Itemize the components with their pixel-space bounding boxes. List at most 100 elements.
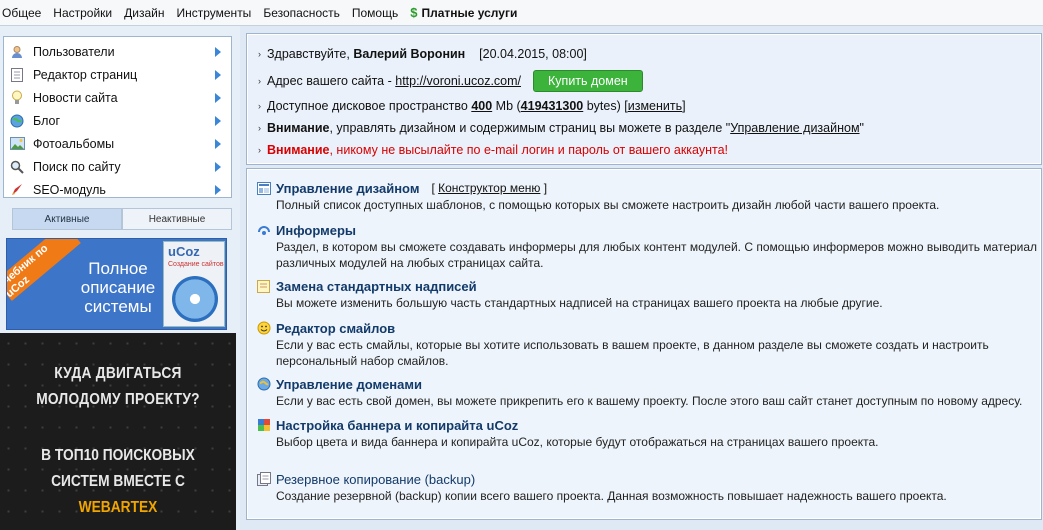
site-label: Адрес вашего сайта - (267, 74, 392, 88)
disk-space-row: › Доступное дисковое пространство 400 Mb… (258, 99, 686, 113)
section-banner-copyright: Настройка баннера и копирайта uCoz Выбор… (256, 416, 1043, 450)
ad-headline: КУДА ДВИГАТЬСЯ МОЛОДОМУ ПРОЕКТУ? (17, 361, 220, 413)
sidebar-nav: Пользователи Редактор страниц Новости са… (3, 36, 232, 198)
tab-active[interactable]: Активные (12, 208, 122, 230)
disc-icon (172, 276, 218, 322)
warning-text: , никому не высылайте по e-mail логин и … (329, 143, 729, 157)
greeting-prefix: Здравствуйте, (267, 47, 350, 61)
photo-icon (9, 136, 25, 152)
sidebar-item-users[interactable]: Пользователи (4, 40, 231, 63)
section-description: Создание резервной (backup) копии всего … (276, 489, 947, 503)
ad-line-4-text: СИСТЕМ ВМЕСТЕ С (51, 473, 185, 490)
bullet-icon: › (258, 49, 261, 59)
chevron-right-icon (215, 46, 221, 57)
sidebar-item-news[interactable]: Новости сайта (4, 86, 231, 109)
sidebar-item-label: Новости сайта (33, 90, 118, 105)
ucoz-manual-banner[interactable]: Учебник по uCoz Полное описание системы … (6, 238, 227, 330)
sidebar-item-blog[interactable]: Блог (4, 109, 231, 132)
sidebar-item-label: Поиск по сайту (33, 159, 121, 174)
security-notice-row: › Внимание, никому не высылайте по e-mai… (258, 143, 728, 157)
ad-line-1: КУДА ДВИГАТЬСЯ (54, 365, 182, 382)
chevron-right-icon (215, 138, 221, 149)
globe-icon (9, 113, 25, 129)
section-title[interactable]: Замена стандартных надписей (276, 279, 477, 294)
backup-icon (256, 472, 271, 487)
section-description: Выбор цвета и вида баннера и копирайта u… (276, 435, 879, 449)
site-address-row: › Адрес вашего сайта - http://voroni.uco… (258, 70, 643, 92)
banner-text: Полное описание системы (80, 259, 156, 316)
book-cover-image: uCoz Создание сайтов (163, 241, 225, 327)
bullet-icon: › (258, 101, 261, 111)
smiley-icon (256, 321, 271, 336)
ad-line-2: МОЛОДОМУ ПРОЕКТУ? (36, 391, 200, 408)
sidebar-item-label: Редактор страниц (33, 67, 138, 82)
chevron-right-icon (215, 115, 221, 126)
informer-icon (256, 223, 271, 238)
buy-domain-button[interactable]: Купить домен (533, 70, 643, 92)
ad-brand: WEBARTEX (78, 499, 158, 516)
section-smiley-editor: Редактор смайлов Если у вас есть смайлы,… (256, 319, 1043, 369)
ad-subheadline: В ТОП10 ПОИСКОВЫХ СИСТЕМ ВМЕСТЕ С WEBART… (17, 443, 220, 521)
sidebar-item-search[interactable]: Поиск по сайту (4, 155, 231, 178)
sidebar-item-label: Фотоальбомы (33, 136, 115, 151)
menu-paid-services[interactable]: $ Платные услуги (410, 5, 523, 20)
lightbulb-icon (9, 90, 25, 106)
design-sections-panel: Управление дизайном [ Конструктор меню ]… (246, 168, 1042, 520)
user-name: Валерий Воронин (353, 47, 466, 61)
module-tabs: Активные Неактивные (12, 208, 232, 230)
section-design-management: Управление дизайном [ Конструктор меню ]… (256, 179, 1043, 213)
notice-text: , управлять дизайном и содержимым страни… (329, 121, 731, 135)
disk-bytes: 419431300 (520, 99, 584, 113)
section-title[interactable]: Редактор смайлов (276, 321, 395, 336)
login-datetime: [20.04.2015, 08:00] (479, 47, 587, 61)
book-subtitle: Создание сайтов (168, 261, 224, 268)
dollar-icon: $ (410, 5, 418, 20)
section-description: Вы можете изменить большую часть стандар… (276, 296, 883, 310)
section-description: Если у вас есть смайлы, которые вы хотит… (276, 338, 989, 352)
sidebar-item-label: Блог (33, 113, 61, 128)
tab-inactive[interactable]: Неактивные (122, 208, 232, 230)
section-informers: Информеры Раздел, в котором вы сможете с… (256, 221, 1043, 271)
section-replace-labels: Замена стандартных надписей Вы можете из… (256, 277, 1043, 311)
menu-settings[interactable]: Настройки (53, 6, 118, 20)
menu-design[interactable]: Дизайн (124, 6, 170, 20)
section-title[interactable]: Настройка баннера и копирайта uCoz (276, 418, 518, 433)
menu-constructor-link[interactable]: [ Конструктор меню ] (431, 181, 547, 195)
chevron-right-icon (215, 69, 221, 80)
sidebar-item-photo[interactable]: Фотоальбомы (4, 132, 231, 155)
sidebar: Пользователи Редактор страниц Новости са… (0, 26, 240, 530)
disk-label: Доступное дисковое пространство (267, 99, 468, 113)
user-icon (9, 44, 25, 60)
sidebar-item-page-editor[interactable]: Редактор страниц (4, 63, 231, 86)
section-title[interactable]: Управление доменами (276, 377, 422, 392)
disk-mb-unit: Mb (495, 99, 514, 113)
disk-mb: 400 (471, 99, 493, 113)
bullet-icon: › (258, 145, 261, 155)
sidebar-item-seo[interactable]: SEO-модуль (4, 178, 231, 201)
section-description: персональный набор смайлов. (276, 354, 449, 368)
chevron-right-icon (215, 161, 221, 172)
change-disk-link[interactable]: изменить (628, 99, 682, 113)
note-icon (256, 279, 271, 294)
constructor-link-text[interactable]: Конструктор меню (438, 181, 540, 195)
section-title[interactable]: Управление дизайном (276, 181, 419, 196)
design-management-link[interactable]: Управление дизайном (730, 121, 859, 135)
disk-bytes-unit: bytes) (586, 99, 621, 113)
search-icon (9, 159, 25, 175)
book-title: uCoz (168, 244, 200, 259)
section-title[interactable]: Информеры (276, 223, 356, 238)
site-url-link[interactable]: http://voroni.ucoz.com/ (395, 74, 521, 88)
sidebar-item-label: SEO-модуль (33, 182, 106, 197)
bullet-icon: › (258, 123, 261, 133)
webartex-ad-banner[interactable]: КУДА ДВИГАТЬСЯ МОЛОДОМУ ПРОЕКТУ? В ТОП10… (0, 333, 236, 530)
menu-general[interactable]: Общее (2, 6, 47, 20)
layout-icon (256, 181, 271, 196)
menu-security[interactable]: Безопасность (263, 6, 346, 20)
notice-label: Внимание (267, 121, 330, 135)
section-title[interactable]: Резервное копирование (backup) (276, 472, 475, 487)
menu-tools[interactable]: Инструменты (176, 6, 257, 20)
account-info-panel: › Здравствуйте, Валерий Воронин [20.04.2… (246, 33, 1042, 165)
ad-line-4: СИСТЕМ ВМЕСТЕ С WEBARTEX (17, 469, 220, 521)
menu-help[interactable]: Помощь (352, 6, 404, 20)
rocket-icon (9, 182, 25, 198)
